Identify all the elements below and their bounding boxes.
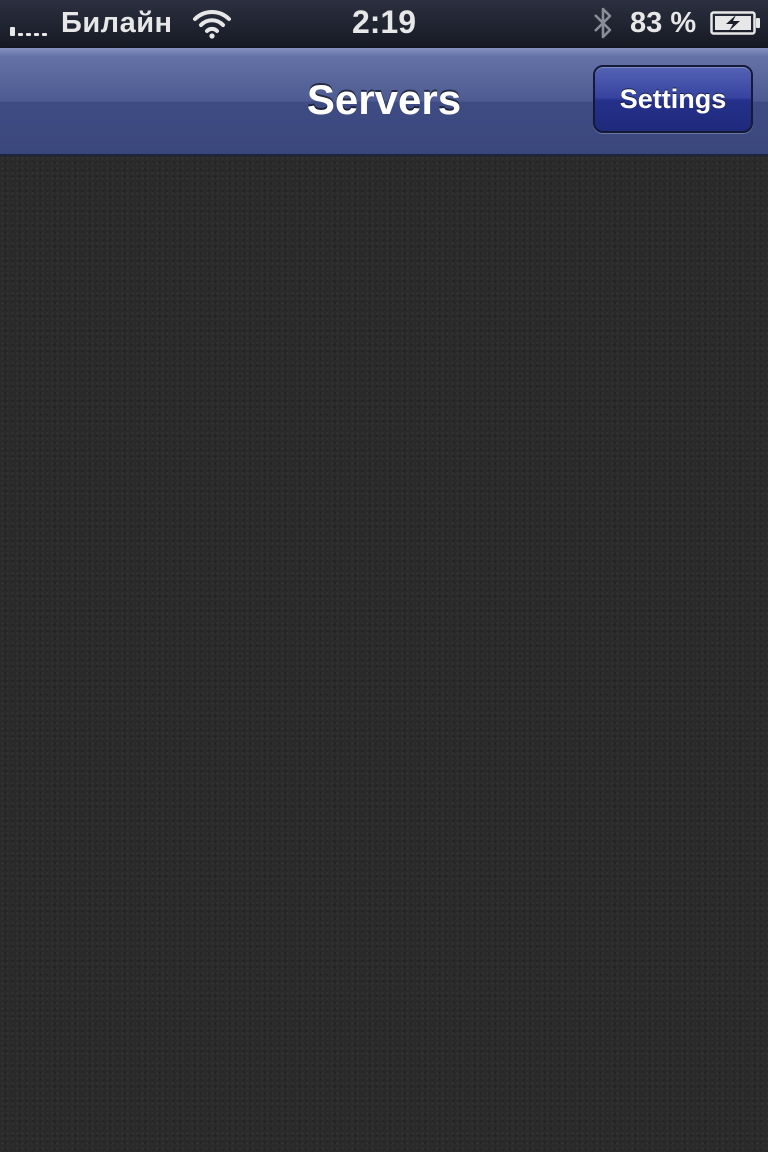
settings-button[interactable]: Settings <box>593 65 753 133</box>
app-screen: Билайн 2:19 83 % Servers Settings <box>0 0 768 1152</box>
battery-percent: 83 % <box>630 7 697 39</box>
battery-charging-icon <box>710 11 760 35</box>
navigation-bar: Servers Settings <box>0 48 768 156</box>
servers-list-area <box>0 156 768 1152</box>
bluetooth-icon <box>594 7 612 39</box>
status-bar: Билайн 2:19 83 % <box>0 0 768 48</box>
